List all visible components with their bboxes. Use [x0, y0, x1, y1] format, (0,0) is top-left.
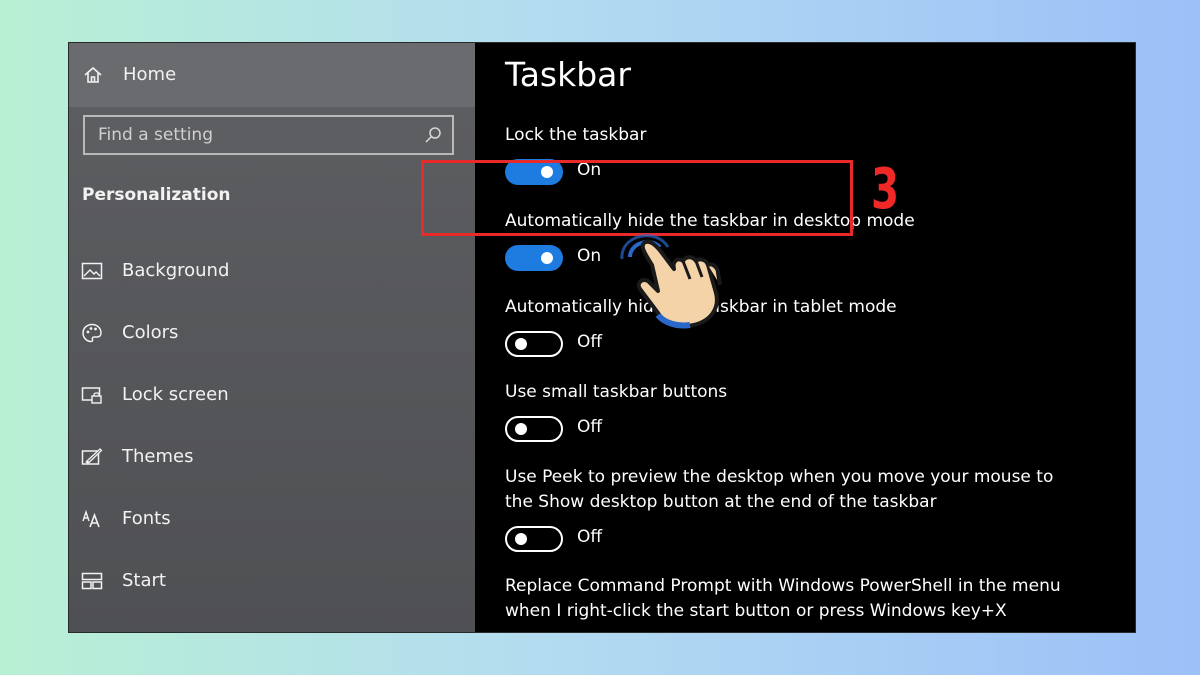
setting-small-buttons: Use small taskbar buttons Off [505, 380, 1105, 444]
setting-label: Use small taskbar buttons [505, 382, 728, 402]
setting-label: Lock the taskbar [505, 125, 647, 145]
sidebar-item-lock-screen[interactable]: Lock screen [69, 369, 475, 423]
sidebar-item-label: Lock screen [122, 384, 229, 405]
autohide-tablet-toggle[interactable] [505, 331, 563, 357]
autohide-desktop-toggle[interactable] [505, 245, 563, 271]
start-icon [81, 572, 103, 590]
peek-toggle[interactable] [505, 526, 563, 552]
toggle-state: Off [577, 527, 603, 547]
sidebar-item-label: Themes [122, 446, 194, 467]
toggle-knob [515, 423, 527, 435]
lock-screen-icon [81, 387, 102, 404]
sidebar-item-background[interactable]: Background [69, 245, 475, 299]
palette-icon [82, 323, 102, 343]
toggle-state: Off [577, 332, 603, 352]
toggle-knob [541, 252, 553, 264]
pointing-hand-icon [620, 234, 722, 329]
toggle-state: Off [577, 417, 603, 437]
page-title: Taskbar [505, 55, 631, 94]
home-label: Home [123, 64, 177, 85]
sidebar-item-label: Fonts [122, 508, 171, 529]
search-box[interactable] [83, 115, 454, 155]
home-icon [84, 66, 102, 83]
sidebar-item-label: Background [122, 260, 230, 281]
small-buttons-toggle[interactable] [505, 416, 563, 442]
search-input[interactable] [85, 117, 415, 153]
section-title: Personalization [82, 185, 231, 205]
toggle-knob [515, 338, 527, 350]
toggle-knob [515, 533, 527, 545]
sidebar-item-themes[interactable]: Themes [69, 431, 475, 485]
sidebar-item-fonts[interactable]: Fonts [69, 493, 475, 547]
main-content: Taskbar Lock the taskbar On Automaticall… [475, 43, 1135, 632]
setting-label: Replace Command Prompt with Windows Powe… [505, 576, 1061, 621]
sidebar-item-label: Colors [122, 322, 179, 343]
setting-powershell: Replace Command Prompt with Windows Powe… [505, 574, 1065, 624]
themes-icon [81, 448, 103, 465]
sidebar-item-colors[interactable]: Colors [69, 307, 475, 361]
search-icon[interactable] [424, 126, 442, 144]
setting-peek: Use Peek to preview the desktop when you… [505, 465, 1065, 554]
settings-window: Home Personalization Background Colors [68, 42, 1136, 633]
sidebar-home[interactable]: Home [69, 43, 475, 107]
step-number: 3 [871, 157, 899, 222]
sidebar: Home Personalization Background Colors [69, 43, 475, 632]
sidebar-item-start[interactable]: Start [69, 555, 475, 609]
setting-label: Use Peek to preview the desktop when you… [505, 467, 1054, 512]
picture-icon [81, 262, 103, 280]
sidebar-item-label: Start [122, 570, 166, 591]
fonts-icon [82, 509, 100, 528]
